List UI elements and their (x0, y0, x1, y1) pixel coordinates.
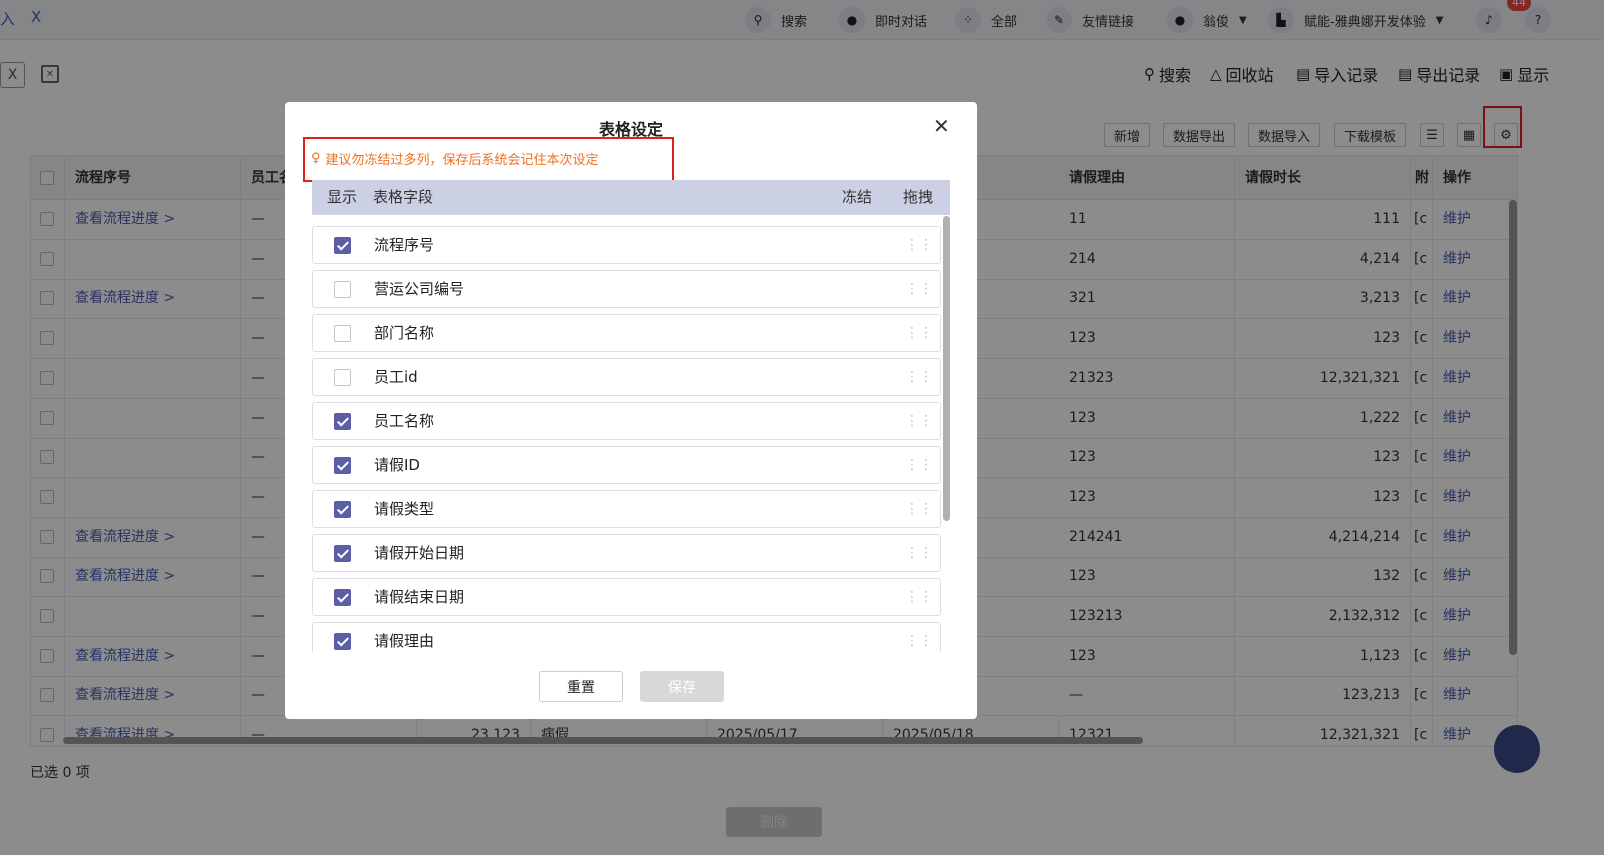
field-label: 员工名称 (374, 412, 435, 430)
drag-handle-icon[interactable]: ⋮⋮ (905, 237, 933, 253)
field-list: 流程序号 ⋮⋮ 营运公司编号 ⋮⋮ 部门名称 ⋮⋮ 员工id ⋮⋮ 员工名称 ⋮⋮ 请假ID ⋮⋮ 请假… (312, 222, 950, 652)
drag-handle-icon[interactable]: ⋮⋮ (905, 369, 933, 385)
field-label: 请假结束日期 (374, 588, 465, 606)
field-list-scrollbar[interactable] (943, 216, 950, 521)
field-item[interactable]: 请假类型 ⋮⋮ (312, 490, 941, 528)
field-item[interactable]: 员工名称 ⋮⋮ (312, 402, 941, 440)
field-item[interactable]: 员工id ⋮⋮ (312, 358, 941, 396)
field-show-checkbox[interactable] (334, 281, 351, 298)
save-button[interactable]: 保存 (640, 671, 724, 702)
field-item[interactable]: 部门名称 ⋮⋮ (312, 314, 941, 352)
field-item[interactable]: 请假理由 ⋮⋮ (312, 622, 941, 652)
reset-button[interactable]: 重置 (539, 671, 623, 702)
field-label: 请假开始日期 (374, 544, 465, 562)
field-label: 请假理由 (374, 632, 435, 650)
col-field: 表格字段 (373, 188, 434, 206)
drag-handle-icon[interactable]: ⋮⋮ (905, 413, 933, 429)
field-show-checkbox[interactable] (334, 633, 351, 650)
field-show-checkbox[interactable] (334, 457, 351, 474)
field-item[interactable]: 请假结束日期 ⋮⋮ (312, 578, 941, 616)
close-icon[interactable]: ✕ (933, 114, 950, 138)
field-item[interactable]: 请假开始日期 ⋮⋮ (312, 534, 941, 572)
drag-handle-icon[interactable]: ⋮⋮ (905, 325, 933, 341)
col-freeze: 冻结 (842, 188, 873, 206)
drag-handle-icon[interactable]: ⋮⋮ (905, 633, 933, 649)
settings-header: 显示 表格字段 冻结 拖拽 (312, 180, 950, 215)
tip-message: ♀ 建议勿冻结过多列，保存后系统会记住本次设定 (311, 151, 599, 168)
table-settings-modal: 表格设定 ✕ ♀ 建议勿冻结过多列，保存后系统会记住本次设定 显示 表格字段 冻… (285, 102, 977, 719)
field-show-checkbox[interactable] (334, 369, 351, 386)
field-item[interactable]: 流程序号 ⋮⋮ (312, 226, 941, 264)
field-item[interactable]: 营运公司编号 ⋮⋮ (312, 270, 941, 308)
drag-handle-icon[interactable]: ⋮⋮ (905, 501, 933, 517)
field-show-checkbox[interactable] (334, 501, 351, 518)
field-show-checkbox[interactable] (334, 545, 351, 562)
field-show-checkbox[interactable] (334, 589, 351, 606)
field-label: 流程序号 (374, 236, 435, 254)
field-label: 部门名称 (374, 324, 435, 342)
col-drag: 拖拽 (903, 188, 934, 206)
field-label: 请假类型 (374, 500, 435, 518)
field-show-checkbox[interactable] (334, 325, 351, 342)
drag-handle-icon[interactable]: ⋮⋮ (905, 281, 933, 297)
drag-handle-icon[interactable]: ⋮⋮ (905, 589, 933, 605)
field-label: 营运公司编号 (374, 280, 465, 298)
field-label: 请假ID (374, 456, 420, 474)
field-show-checkbox[interactable] (334, 413, 351, 430)
drag-handle-icon[interactable]: ⋮⋮ (905, 545, 933, 561)
field-label: 员工id (374, 368, 418, 386)
drag-handle-icon[interactable]: ⋮⋮ (905, 457, 933, 473)
col-show: 显示 (327, 188, 358, 206)
lightbulb-icon: ♀ (311, 151, 321, 166)
field-item[interactable]: 请假ID ⋮⋮ (312, 446, 941, 484)
field-show-checkbox[interactable] (334, 237, 351, 254)
